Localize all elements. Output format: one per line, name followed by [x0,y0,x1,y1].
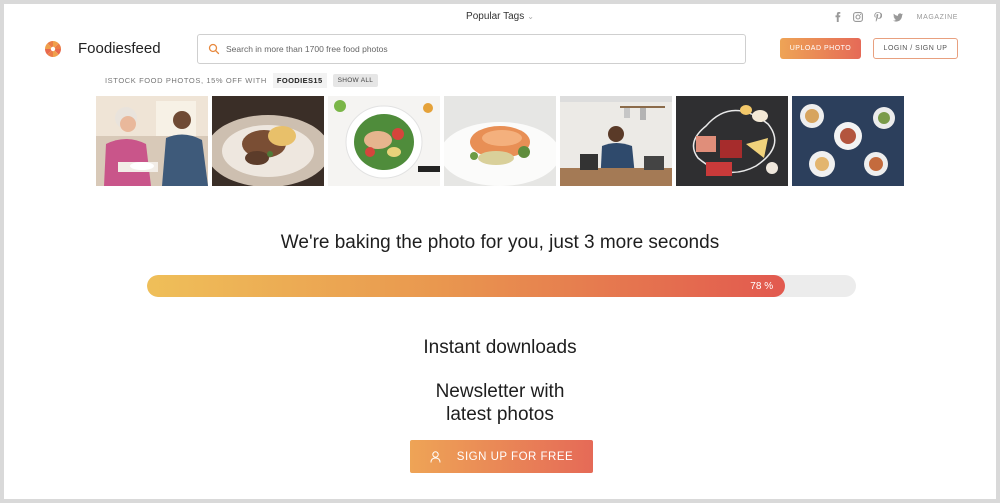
popular-tags-label[interactable]: Popular Tags [466,11,524,22]
foodiesfeed-logo-icon[interactable] [44,40,62,58]
instagram-icon[interactable] [852,12,863,22]
search-input[interactable] [226,44,745,54]
elderly-woman-eating-photo[interactable] [96,96,208,186]
progress-fill: 78 % [147,275,786,297]
search-box[interactable] [197,34,746,64]
search-icon [208,43,220,55]
social-links: MAGAZINE [833,12,958,22]
istock-promo-bar: ISTOCK FOOD PHOTOS, 15% OFF WITH FOODIES… [105,73,379,88]
promo-code: FOODIES15 [272,73,327,88]
loading-message: We're baking the photo for you, just 3 m… [280,232,720,253]
dinner-table-topview-photo[interactable] [792,96,904,186]
instant-downloads-text: Instant downloads [423,337,577,358]
salad-bowl-photo[interactable] [328,96,440,186]
newsletter-line-1: Newsletter with [435,381,565,402]
chevron-down-icon: ⌄ [527,12,534,21]
photo-strip [96,96,904,186]
page: Popular Tags ⌄ MAGAZINE Foodiesfeed Sear… [4,4,996,499]
signup-free-button[interactable]: SIGN UP FOR FREE [410,440,593,473]
salmon-plate-photo[interactable] [444,96,556,186]
user-icon [430,450,441,463]
man-cooking-kitchen-photo[interactable] [560,96,672,186]
gourmet-dish-photo[interactable] [212,96,324,186]
meat-cheese-board-photo[interactable] [676,96,788,186]
upload-photo-button[interactable]: UPLOAD PHOTO [780,38,861,59]
login-signup-button[interactable]: LOGIN / SIGN UP [873,38,958,59]
progress-percent-label: 78 % [750,280,774,292]
magazine-link[interactable]: MAGAZINE [917,14,958,21]
pinterest-icon[interactable] [873,12,883,22]
facebook-icon[interactable] [833,12,843,22]
show-all-button[interactable]: SHOW ALL [332,74,379,87]
newsletter-line-2: latest photos [446,404,554,425]
promo-text: ISTOCK FOOD PHOTOS, 15% OFF WITH [105,76,267,85]
newsletter-text: Newsletter with latest photos [4,380,996,426]
brand-name[interactable]: Foodiesfeed [78,40,161,57]
twitter-icon[interactable] [892,12,903,22]
download-progress-bar: 78 % [147,275,856,297]
signup-label[interactable]: SIGN UP FOR FREE [457,451,573,463]
